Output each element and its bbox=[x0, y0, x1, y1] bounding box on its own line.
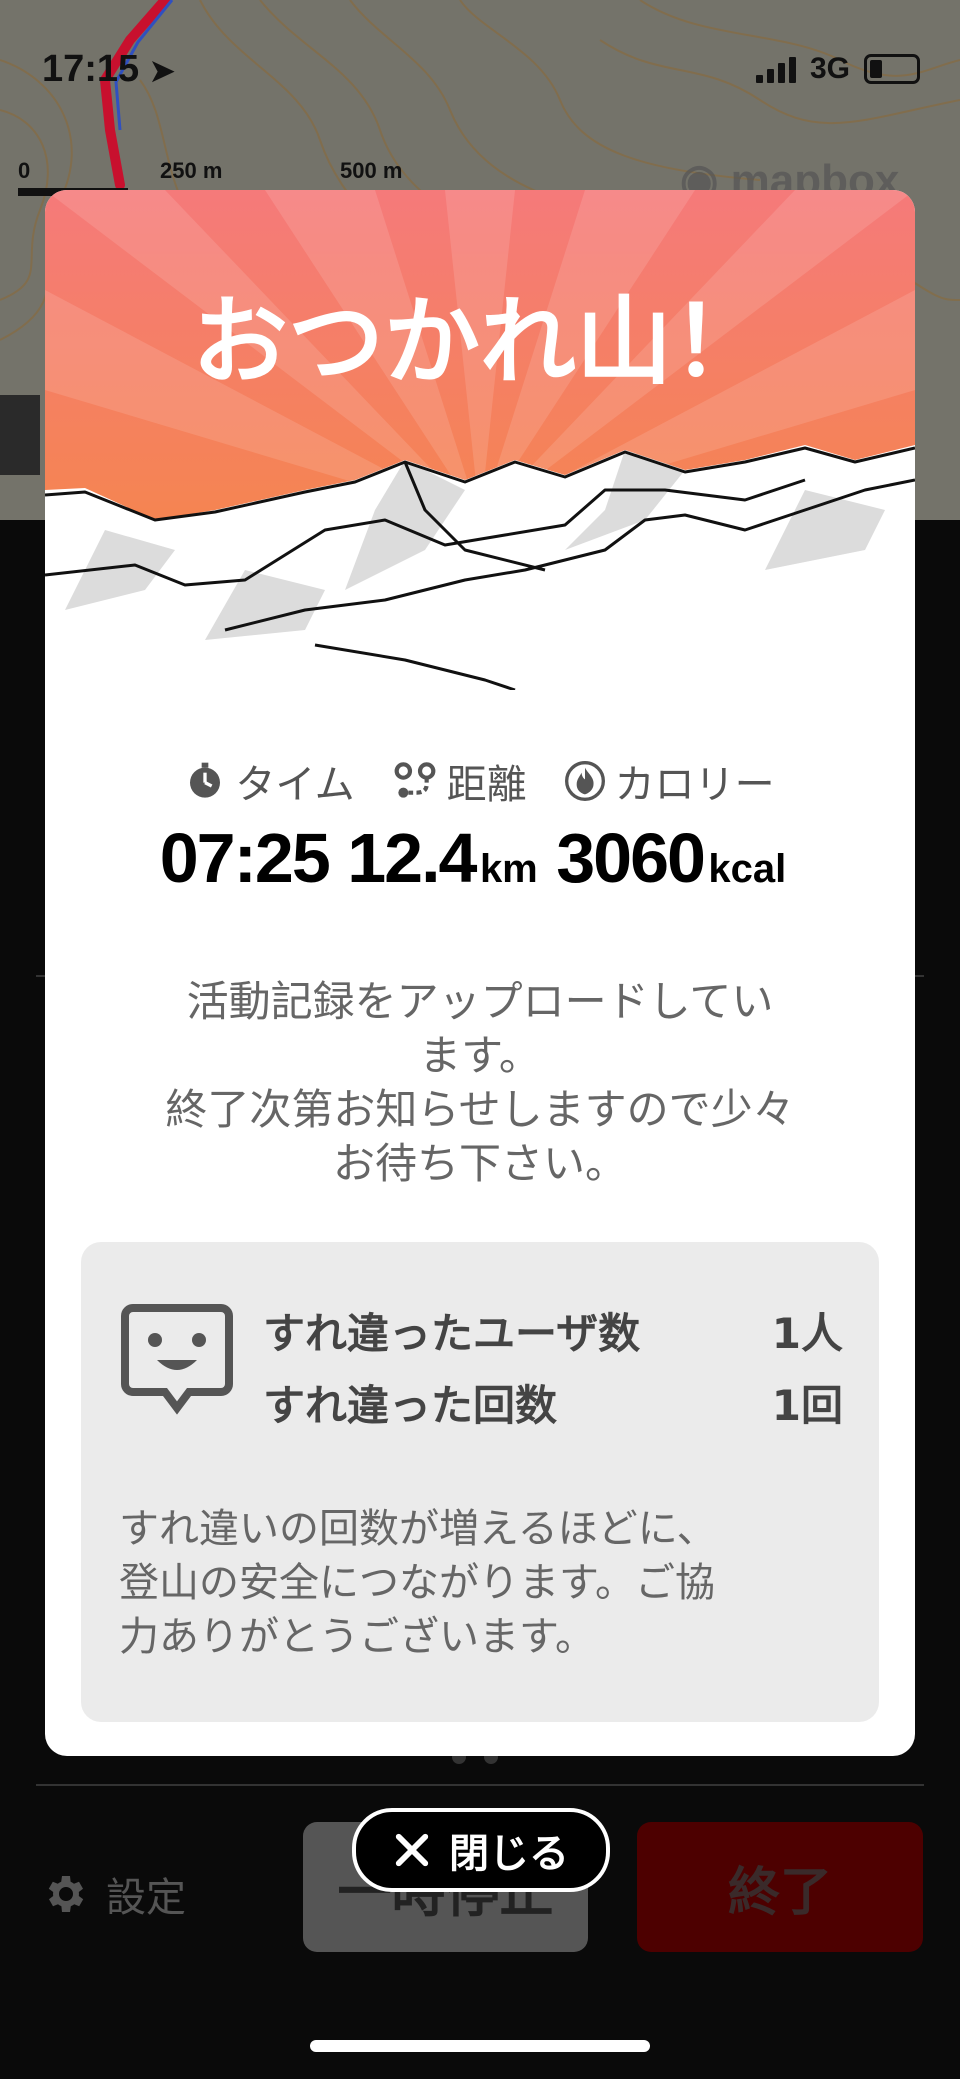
encounter-users-value: 1人 bbox=[771, 1309, 843, 1358]
time-label: タイム bbox=[235, 762, 355, 808]
completion-modal: おつかれ山！ タイム 距離 カロリー 07:25 12.4 km 3060 kc… bbox=[45, 190, 915, 1756]
end-button[interactable]: 終了 bbox=[637, 1822, 923, 1952]
note-line: 登山の安全につながります。ご協 bbox=[119, 1560, 715, 1606]
calorie-label: カロリー bbox=[614, 762, 775, 808]
scale-label-0: 0 bbox=[18, 158, 31, 183]
location-arrow-icon: ➤ bbox=[149, 55, 175, 88]
calorie-stat-label: カロリー bbox=[564, 752, 775, 810]
flame-icon bbox=[564, 761, 605, 801]
encounter-face-icon bbox=[121, 1304, 233, 1415]
encounter-users-row: すれ違ったユーザ数 1人 bbox=[263, 1300, 843, 1361]
time-stat-label: タイム bbox=[185, 752, 355, 810]
close-icon bbox=[395, 1833, 429, 1867]
status-indicators: 3G bbox=[755, 52, 920, 86]
settings-label: 設定 bbox=[106, 1875, 186, 1921]
battery-icon bbox=[864, 54, 920, 84]
distance-value: 12.4 bbox=[347, 819, 477, 897]
end-label: 終了 bbox=[727, 1862, 832, 1923]
encounter-note: すれ違いの回数が増えるほどに、 登山の安全につながります。ご協 力ありがとうござ… bbox=[119, 1502, 849, 1664]
calorie-value: 3060 bbox=[556, 819, 706, 897]
message-line: ます。 bbox=[419, 1031, 541, 1080]
hero-banner: おつかれ山！ bbox=[45, 190, 915, 690]
message-line: 終了次第お知らせしますので少々 bbox=[165, 1085, 795, 1134]
signal-icon bbox=[755, 55, 796, 83]
encounter-users-label: すれ違ったユーザ数 bbox=[263, 1309, 641, 1358]
home-indicator[interactable] bbox=[310, 2040, 650, 2052]
route-icon bbox=[394, 762, 436, 798]
divider bbox=[36, 1784, 924, 1786]
status-time: 17:15 ➤ bbox=[42, 48, 175, 91]
stats-values: 07:25 12.4 km 3060 kcal bbox=[45, 818, 915, 898]
encounter-count-value: 1回 bbox=[771, 1381, 843, 1430]
close-label: 閉じる bbox=[449, 1831, 569, 1877]
note-line: すれ違いの回数が増えるほどに、 bbox=[119, 1506, 717, 1552]
close-button[interactable]: 閉じる bbox=[352, 1808, 610, 1892]
status-bar: 17:15 ➤ 3G bbox=[0, 0, 960, 120]
stopwatch-icon bbox=[190, 762, 221, 798]
stats-labels: タイム 距離 カロリー bbox=[45, 752, 915, 810]
message-line: 活動記録をアップロードしてい bbox=[186, 977, 774, 1026]
distance-label: 距離 bbox=[446, 762, 527, 808]
modal-title: おつかれ山！ bbox=[192, 286, 768, 398]
network-type: 3G bbox=[809, 52, 850, 85]
encounter-count-row: すれ違った回数 1回 bbox=[263, 1372, 843, 1433]
calorie-unit: kcal bbox=[708, 847, 787, 891]
distance-stat-label: 距離 bbox=[393, 752, 527, 810]
upload-message: 活動記録をアップロードしてい ます。 終了次第お知らせしますので少々 お待ち下さ… bbox=[85, 975, 875, 1191]
scale-label-500: 500 m bbox=[340, 158, 403, 183]
distance-unit: km bbox=[479, 847, 538, 891]
time-value: 07:25 bbox=[159, 819, 331, 897]
message-line: お待ち下さい。 bbox=[332, 1139, 627, 1188]
encounter-count-label: すれ違った回数 bbox=[263, 1381, 558, 1430]
gear-icon bbox=[48, 1876, 84, 1912]
scale-label-250: 250 m bbox=[160, 158, 223, 183]
encounter-panel: すれ違ったユーザ数 1人 すれ違った回数 1回 すれ違いの回数が増えるほどに、 … bbox=[81, 1242, 879, 1722]
note-line: 力ありがとうございます。 bbox=[119, 1614, 595, 1660]
status-time-text: 17:15 bbox=[42, 48, 140, 90]
settings-button[interactable]: 設定 bbox=[40, 1865, 186, 1923]
